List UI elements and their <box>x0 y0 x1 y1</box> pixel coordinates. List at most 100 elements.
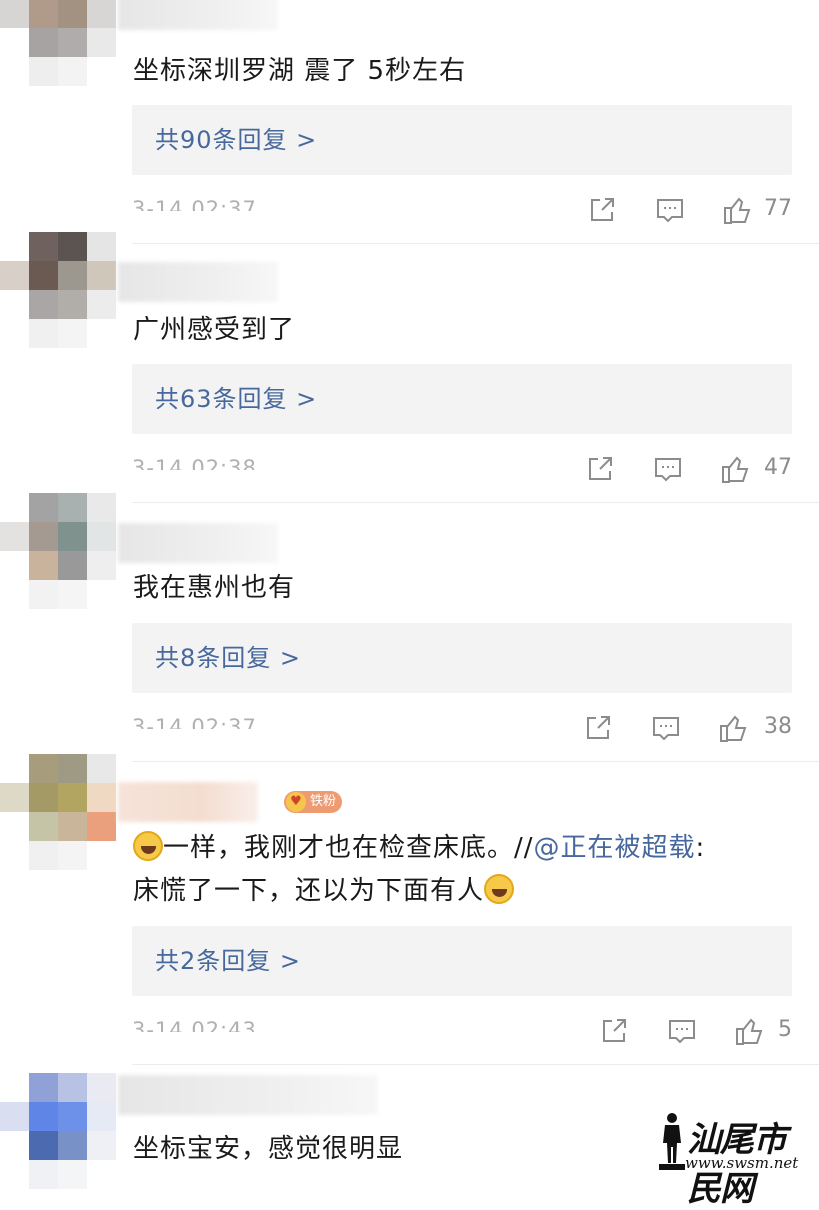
avatar-pixel <box>29 1160 58 1189</box>
username-blurred[interactable] <box>118 0 278 30</box>
avatar-pixel <box>29 812 58 841</box>
timestamp: 3-14 02:37 <box>132 197 257 221</box>
comment-text: 坐标深圳罗湖 震了 5秒左右 <box>133 56 467 86</box>
comment-icon[interactable] <box>667 1016 697 1046</box>
avatar-pixel <box>0 319 29 348</box>
share-icon[interactable] <box>587 195 617 225</box>
avatar-pixel <box>87 290 116 319</box>
avatar-pixel <box>0 0 29 28</box>
avatar-pixel <box>58 841 87 870</box>
avatar[interactable] <box>0 493 118 611</box>
avatar-pixel <box>0 580 29 609</box>
avatar-pixel <box>29 522 58 551</box>
avatar-pixel <box>29 57 58 86</box>
avatar-pixel <box>29 1131 58 1160</box>
mention-link[interactable]: @正在被超载 <box>534 833 696 863</box>
avatar-pixel <box>0 261 29 290</box>
avatar-pixel <box>0 522 29 551</box>
share-icon[interactable] <box>583 713 613 743</box>
avatar-pixel <box>0 1160 29 1189</box>
comment-text: 坐标宝安，感觉很明显 <box>133 1134 404 1164</box>
avatar-pixel <box>0 783 29 812</box>
comment-text: 一样，我刚才也在检查床底。//@正在被超载: <box>133 827 705 869</box>
watermark-url: www.swsm.net <box>685 1154 799 1172</box>
avatar-pixel <box>58 290 87 319</box>
comment-icon[interactable] <box>655 195 685 225</box>
avatar-pixel <box>29 1102 58 1131</box>
timestamp: 3-14 02:37 <box>132 715 257 739</box>
username-blurred[interactable] <box>118 523 278 563</box>
thumbs-up-icon[interactable] <box>718 713 748 743</box>
avatar-pixel <box>87 261 116 290</box>
comment-text-line2: 床慌了一下，还以为下面有人 <box>133 870 515 912</box>
avatar-pixel <box>29 783 58 812</box>
laugh-cry-emoji-icon <box>484 874 515 904</box>
thumbs-up-icon[interactable] <box>720 454 750 484</box>
avatar-pixel <box>87 1102 116 1131</box>
username-blurred[interactable] <box>118 262 278 302</box>
avatar-pixel <box>58 522 87 551</box>
avatar-pixel <box>0 1073 29 1102</box>
avatar-pixel <box>29 493 58 522</box>
avatar-pixel <box>0 28 29 57</box>
avatar[interactable] <box>0 0 118 88</box>
avatar-pixel <box>87 841 116 870</box>
avatar-pixel <box>87 28 116 57</box>
thumbs-up-icon[interactable] <box>734 1016 764 1046</box>
avatar-pixel <box>29 232 58 261</box>
avatar-pixel <box>29 319 58 348</box>
avatar[interactable] <box>0 754 118 872</box>
avatar-pixel <box>0 841 29 870</box>
avatar-pixel <box>29 841 58 870</box>
avatar-pixel <box>58 232 87 261</box>
avatar-pixel <box>58 493 87 522</box>
avatar-pixel <box>87 1160 116 1189</box>
avatar-pixel <box>87 57 116 86</box>
timestamp: 3-14 02:38 <box>132 456 257 480</box>
timestamp: 3-14 02:43 <box>132 1018 257 1042</box>
comment-icon[interactable] <box>651 713 681 743</box>
share-icon[interactable] <box>599 1016 629 1046</box>
replies-link[interactable]: 共8条回复 > <box>132 623 792 693</box>
comment-meta: 3-14 02:37 38 <box>132 707 792 747</box>
thumbs-up-icon[interactable] <box>722 195 752 225</box>
avatar-pixel <box>0 57 29 86</box>
username-blurred[interactable] <box>118 782 258 822</box>
avatar[interactable] <box>0 1073 118 1191</box>
comment-text: 我在惠州也有 <box>133 573 296 603</box>
avatar-pixel <box>58 261 87 290</box>
like-count: 38 <box>764 714 792 739</box>
divider <box>132 502 819 503</box>
fan-badge: ♥ 铁粉 <box>284 791 343 813</box>
avatar[interactable] <box>0 232 118 350</box>
comment-meta: 3-14 02:38 47 <box>132 448 792 488</box>
avatar-pixel <box>87 493 116 522</box>
avatar-pixel <box>87 812 116 841</box>
avatar-pixel <box>58 1102 87 1131</box>
watermark: 汕尾市民网 www.swsm.net <box>655 1110 815 1209</box>
avatar-pixel <box>87 319 116 348</box>
laugh-cry-emoji-icon <box>133 831 163 861</box>
avatar-pixel <box>29 551 58 580</box>
avatar-pixel <box>0 754 29 783</box>
avatar-pixel <box>29 0 58 28</box>
statue-logo-icon <box>659 1113 685 1170</box>
replies-link[interactable]: 共90条回复 > <box>132 105 792 175</box>
replies-link[interactable]: 共2条回复 > <box>132 926 792 996</box>
avatar-pixel <box>0 290 29 319</box>
avatar-pixel <box>58 754 87 783</box>
comment-icon[interactable] <box>653 454 683 484</box>
avatar-pixel <box>0 1102 29 1131</box>
avatar-pixel <box>0 232 29 261</box>
share-icon[interactable] <box>585 454 615 484</box>
avatar-pixel <box>87 522 116 551</box>
avatar-pixel <box>29 754 58 783</box>
replies-link[interactable]: 共63条回复 > <box>132 364 792 434</box>
avatar-pixel <box>58 1131 87 1160</box>
avatar-pixel <box>58 57 87 86</box>
username-blurred[interactable] <box>118 1075 378 1115</box>
avatar-pixel <box>58 0 87 28</box>
comment-meta: 3-14 02:37 77 <box>132 189 792 229</box>
avatar-pixel <box>58 1160 87 1189</box>
avatar-pixel <box>29 28 58 57</box>
